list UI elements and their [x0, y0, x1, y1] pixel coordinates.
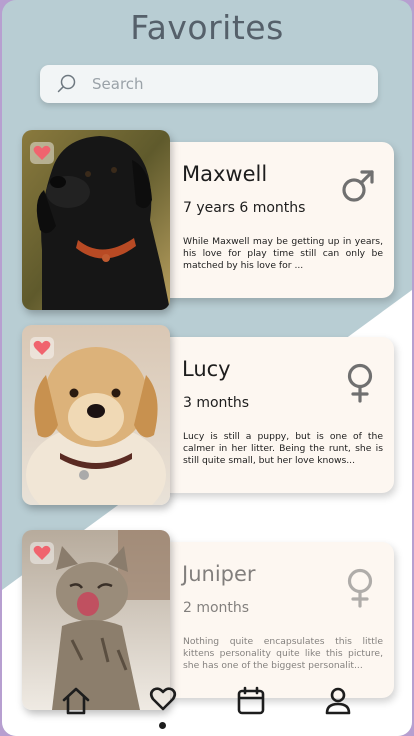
- app-screen: Favorites Search Maxwell 7 years 6 month…: [2, 0, 412, 736]
- pet-photo: [22, 325, 170, 505]
- page-title: Favorites: [130, 8, 284, 47]
- heart-filled-icon: [33, 340, 51, 355]
- pet-name: Juniper: [182, 562, 256, 586]
- search-bar[interactable]: Search: [40, 65, 378, 103]
- favorite-toggle[interactable]: [30, 142, 54, 164]
- bottom-navigation: [2, 680, 412, 736]
- pet-info-panel: Maxwell 7 years 6 months While Maxwell m…: [152, 142, 394, 298]
- heart-filled-icon: [33, 145, 51, 160]
- active-indicator: [159, 722, 167, 729]
- female-symbol-icon: [347, 363, 373, 403]
- nav-profile[interactable]: [318, 686, 358, 726]
- pet-card-lucy[interactable]: Lucy 3 months Lucy is still a puppy, but…: [22, 325, 394, 505]
- pet-card-maxwell[interactable]: Maxwell 7 years 6 months While Maxwell m…: [22, 130, 394, 310]
- female-symbol-icon: [347, 568, 373, 608]
- pet-info-panel: Lucy 3 months Lucy is still a puppy, but…: [152, 337, 394, 493]
- nav-home[interactable]: [56, 686, 96, 726]
- nav-calendar[interactable]: [231, 686, 271, 726]
- pet-age: 3 months: [183, 395, 250, 411]
- pet-name: Lucy: [182, 357, 231, 381]
- pet-info-panel: Juniper 2 months Nothing quite encapsula…: [152, 542, 394, 698]
- nav-favorites[interactable]: [143, 686, 183, 729]
- pet-photo: [22, 130, 170, 310]
- pet-age: 2 months: [183, 600, 250, 616]
- heart-icon: [150, 687, 177, 711]
- search-input[interactable]: Search: [92, 75, 144, 93]
- profile-icon: [325, 687, 351, 715]
- favorite-toggle[interactable]: [30, 337, 54, 359]
- calendar-icon: [237, 686, 265, 715]
- pet-description: While Maxwell may be getting up in years…: [183, 236, 383, 271]
- pet-age: 7 years 6 months: [183, 200, 306, 216]
- pet-name: Maxwell: [182, 162, 268, 186]
- male-symbol-icon: [342, 170, 374, 202]
- home-icon: [62, 687, 90, 715]
- pet-description: Nothing quite encapsulates this little k…: [183, 636, 383, 671]
- heart-filled-icon: [33, 545, 51, 560]
- search-icon: [57, 74, 76, 93]
- favorite-toggle[interactable]: [30, 542, 54, 564]
- pet-description: Lucy is still a puppy, but is one of the…: [183, 431, 383, 466]
